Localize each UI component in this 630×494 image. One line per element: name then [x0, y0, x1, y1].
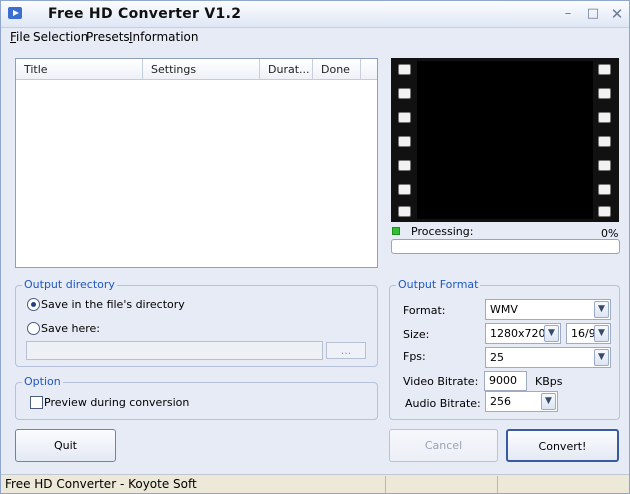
- app-window: Free HD Converter V1.2 – □ ✕ File Select…: [0, 0, 630, 494]
- video-bitrate-input[interactable]: 9000: [484, 371, 527, 391]
- save-here-path-input[interactable]: [26, 341, 323, 360]
- status-pane: [497, 476, 629, 493]
- film-sprocket: [398, 88, 411, 99]
- size-label: Size:: [403, 328, 430, 341]
- chevron-down-icon[interactable]: ▼: [544, 325, 559, 342]
- preview-checkbox[interactable]: [30, 396, 43, 409]
- column-header-done[interactable]: Done: [313, 59, 361, 79]
- output-format-title: Output Format: [396, 278, 481, 291]
- film-sprocket: [598, 64, 611, 75]
- maximize-icon[interactable]: □: [584, 5, 602, 23]
- audio-bitrate-label: Audio Bitrate:: [405, 397, 481, 410]
- chevron-down-icon[interactable]: ▼: [594, 325, 609, 342]
- film-sprocket: [598, 184, 611, 195]
- processing-progress-bar: [391, 239, 620, 254]
- aspect-ratio-value: 16/9: [571, 327, 596, 340]
- quit-button[interactable]: Quit: [15, 429, 116, 462]
- fps-label: Fps:: [403, 350, 426, 363]
- processing-label: Processing:: [411, 225, 474, 238]
- status-pane: [385, 476, 497, 493]
- file-list-header: Title Settings Durat... Done: [16, 59, 377, 80]
- convert-button[interactable]: Convert!: [506, 429, 619, 462]
- film-sprocket: [398, 160, 411, 171]
- option-group: Option Preview during conversion: [15, 375, 378, 420]
- fps-select[interactable]: 25 ▼: [485, 347, 611, 368]
- menu-information[interactable]: Information: [129, 30, 198, 44]
- size-select[interactable]: 1280x720 ▼: [485, 323, 561, 344]
- film-sprocket: [398, 184, 411, 195]
- cancel-button[interactable]: Cancel: [389, 429, 498, 462]
- chevron-down-icon[interactable]: ▼: [594, 301, 609, 318]
- chevron-down-icon[interactable]: ▼: [594, 349, 609, 366]
- save-same-dir-label[interactable]: Save in the file's directory: [41, 298, 185, 311]
- output-format-group: Output Format Format: WMV ▼ Size: 1280x7…: [389, 278, 620, 420]
- format-label: Format:: [403, 304, 446, 317]
- film-sprocket: [398, 206, 411, 217]
- chevron-down-icon[interactable]: ▼: [541, 393, 556, 410]
- option-title: Option: [22, 375, 63, 388]
- audio-bitrate-value: 256: [490, 395, 511, 408]
- menu-selection[interactable]: Selection: [33, 30, 88, 44]
- size-value: 1280x720: [490, 327, 546, 340]
- browse-button[interactable]: ...: [326, 342, 366, 359]
- menu-bar: File Selection Presets Information: [1, 28, 629, 48]
- save-same-dir-radio[interactable]: [27, 298, 40, 311]
- save-here-label[interactable]: Save here:: [41, 322, 100, 335]
- title-bar[interactable]: Free HD Converter V1.2 – □ ✕: [1, 1, 629, 28]
- window-title: Free HD Converter V1.2: [48, 6, 242, 22]
- fps-value: 25: [490, 351, 504, 364]
- film-sprocket: [398, 112, 411, 123]
- preview-screen: [417, 61, 593, 219]
- film-sprocket: [398, 64, 411, 75]
- column-header-duration[interactable]: Durat...: [260, 59, 313, 79]
- column-header-settings[interactable]: Settings: [143, 59, 260, 79]
- processing-indicator: [392, 227, 400, 235]
- save-here-radio[interactable]: [27, 322, 40, 335]
- close-icon[interactable]: ✕: [608, 5, 626, 23]
- audio-bitrate-select[interactable]: 256 ▼: [485, 391, 558, 412]
- film-sprocket: [598, 160, 611, 171]
- video-bitrate-unit: KBps: [535, 375, 563, 388]
- film-sprocket: [598, 88, 611, 99]
- video-bitrate-label: Video Bitrate:: [403, 375, 479, 388]
- status-bar: Free HD Converter - Koyote Soft: [1, 474, 629, 493]
- menu-presets[interactable]: Presets: [86, 30, 130, 44]
- format-select[interactable]: WMV ▼: [485, 299, 611, 320]
- column-header-title[interactable]: Title: [16, 59, 143, 79]
- menu-file[interactable]: File: [10, 30, 30, 44]
- preview-checkbox-label[interactable]: Preview during conversion: [44, 396, 189, 409]
- file-list[interactable]: Title Settings Durat... Done: [15, 58, 378, 268]
- column-header-spacer: [361, 59, 377, 79]
- status-text: Free HD Converter - Koyote Soft: [5, 477, 197, 491]
- film-sprocket: [398, 136, 411, 147]
- app-icon: [8, 7, 22, 19]
- minimize-icon[interactable]: –: [559, 5, 577, 23]
- film-sprocket: [598, 206, 611, 217]
- output-directory-group: Output directory Save in the file's dire…: [15, 278, 378, 367]
- format-value: WMV: [490, 303, 518, 316]
- film-sprocket: [598, 136, 611, 147]
- film-sprocket: [598, 112, 611, 123]
- output-directory-title: Output directory: [22, 278, 117, 291]
- aspect-ratio-select[interactable]: 16/9 ▼: [566, 323, 611, 344]
- video-preview: [391, 58, 619, 222]
